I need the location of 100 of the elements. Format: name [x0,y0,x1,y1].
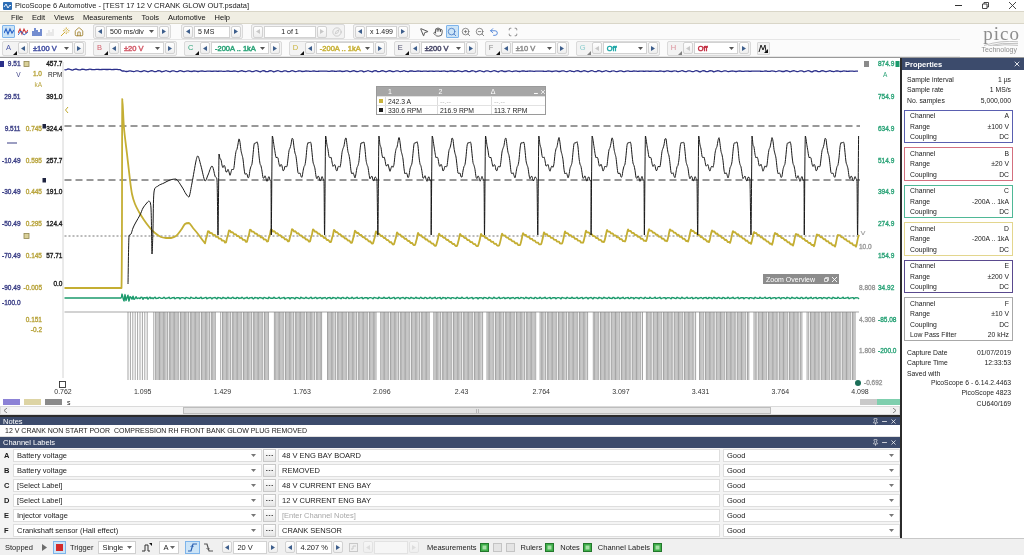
pin-icon[interactable] [872,417,879,425]
caret-icon [64,46,69,50]
ruler-line[interactable] [64,179,861,181]
step-right-button[interactable] [556,42,567,54]
step-right-button[interactable] [738,42,749,54]
step-right-button[interactable] [465,42,476,54]
step-right-button[interactable] [165,42,175,54]
step-left-button[interactable] [18,42,28,54]
ruler-handle-icon[interactable] [864,61,869,67]
step-left-button[interactable] [200,42,210,54]
minimize-icon[interactable] [881,439,888,446]
ruler-handle-icon[interactable] [42,124,46,129]
caret-icon [251,529,256,532]
step-right-button[interactable] [397,25,408,38]
waveform-icon [17,27,28,36]
caret-icon [251,484,256,487]
step-right-button[interactable] [74,42,84,54]
close-icon[interactable] [1013,60,1021,68]
spectrum-view-button[interactable] [30,25,43,38]
triangle-left-icon [225,544,230,550]
triangle-left-icon [358,29,362,34]
triangle-right-icon [650,45,655,51]
ruler-handle-icon[interactable] [59,381,66,388]
ruler-handle-icon[interactable] [23,233,30,239]
scroll-right-button[interactable] [890,407,899,414]
triangle-right-icon [162,29,166,34]
play-icon [42,543,48,551]
square-icon[interactable] [545,542,555,552]
triangle-left-icon [503,45,508,51]
triangle-left-icon [412,45,417,51]
scrollbar-thumb[interactable] [183,407,771,414]
step-left-button[interactable] [500,42,511,54]
step-right-button[interactable] [332,541,343,553]
step-left-button[interactable] [409,42,420,54]
step-left-button[interactable] [285,541,296,553]
ellipsis-icon [266,454,273,457]
zoom-out-button[interactable] [473,25,487,38]
step-left-button[interactable] [222,541,233,553]
more-button[interactable] [263,494,276,507]
more-button[interactable] [263,509,276,522]
zoom-button[interactable] [445,25,459,38]
close-icon[interactable] [832,276,837,282]
pointer-button[interactable] [417,25,431,38]
more-button[interactable] [263,524,276,537]
more-button[interactable] [263,464,276,477]
delay-field[interactable] [373,540,408,554]
corner-triangle-icon [104,50,108,55]
scrollbar[interactable] [0,406,900,415]
home-button[interactable] [72,25,85,38]
swoosh-icon [984,41,1018,46]
triangle-right-icon [559,45,564,51]
square-icon[interactable] [582,542,592,552]
step-right-button[interactable] [231,25,241,38]
step-right-button[interactable] [159,25,169,38]
scroll-left-button[interactable] [1,407,10,414]
restore-icon[interactable] [824,276,829,282]
zigzag-icon [758,43,769,53]
step-left-button[interactable] [183,25,193,38]
stop-button[interactable] [52,540,66,554]
caret-icon [155,46,160,50]
ruler-handle-icon[interactable] [42,178,46,183]
close-icon[interactable] [890,417,897,425]
more-button[interactable] [263,479,276,492]
hand-button[interactable] [431,25,445,38]
dash-marker-icon [7,142,17,144]
triangle-right-icon [335,544,340,550]
square-icon[interactable] [479,542,489,552]
ellipsis-icon [266,469,273,472]
corner-triangle-icon [586,50,591,55]
step-right-button[interactable] [269,42,280,54]
zoom-in-button[interactable] [459,25,473,38]
triangle-right-icon [377,45,382,51]
ruler-handle-icon[interactable] [855,380,861,386]
step-left-button[interactable] [355,25,365,38]
ruler-handle-icon[interactable] [0,61,4,67]
more-button[interactable] [263,449,276,462]
step-left-button[interactable] [109,42,119,54]
step-right-button[interactable] [374,42,385,54]
persistence-view-button[interactable] [16,25,29,38]
step-left-button[interactable] [95,25,105,38]
caret-icon [889,469,894,472]
square-icon[interactable] [653,542,662,552]
step-left-button[interactable] [304,42,315,54]
caret-icon [889,499,894,502]
pin-icon[interactable] [872,439,879,446]
step-right-button[interactable] [647,42,658,54]
step-right-button[interactable] [268,541,279,553]
scope-view-button[interactable] [2,25,15,38]
corner-triangle-icon [299,50,304,55]
ruler-handle-icon[interactable] [23,61,30,67]
ellipsis-icon [266,484,273,487]
caret-icon [251,514,256,517]
triangle-left-icon [203,45,207,51]
hand-icon [433,26,444,37]
pulse-icon [142,542,153,552]
rising-edge-button[interactable] [185,540,201,554]
close-icon[interactable] [890,439,897,446]
math-channels-button[interactable] [756,41,770,55]
corner-triangle-icon [677,50,682,55]
triangle-left-icon [186,29,190,34]
